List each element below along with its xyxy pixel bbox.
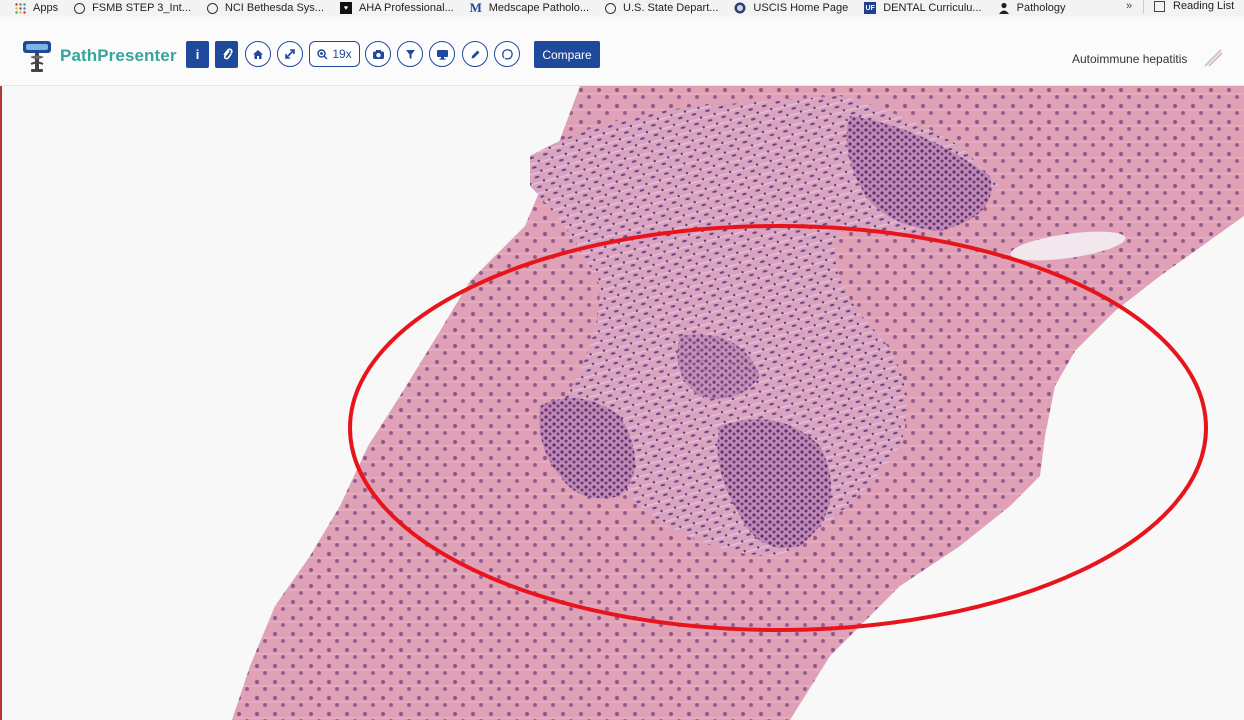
bookmark-label: FSMB STEP 3_Int... [92,2,191,14]
info-button[interactable]: i [186,41,209,68]
filter-button[interactable] [397,41,423,67]
bookmark-label: U.S. State Depart... [623,2,719,14]
home-icon [253,49,263,59]
bookmark-apps[interactable]: Apps [14,2,58,14]
aha-icon: ♥ [339,2,352,14]
bookmark-label: Apps [33,2,59,14]
bookmark-dental[interactable]: UF DENTAL Curriculu... [864,2,982,14]
presentation-button[interactable] [429,41,455,67]
bookmark-label: Pathology [1016,2,1066,14]
tissue-slide-image [232,86,1244,720]
zoom-in-icon [317,48,328,59]
case-title: Autoimmune hepatitis [1072,52,1188,66]
reading-list-button[interactable]: Reading List [1154,0,1234,12]
bookmark-nci[interactable]: NCI Bethesda Sys... [206,2,324,14]
medscape-icon: M [469,0,482,15]
bookmarks-bar: Apps FSMB STEP 3_Int... NCI Bethesda Sys… [0,0,1244,16]
freehand-region-button[interactable] [494,41,520,67]
uscis-seal-icon [734,2,746,14]
zoom-level-button[interactable]: 19x [309,41,360,67]
uf-icon: UF [864,2,877,14]
bookmarks-overflow-button[interactable]: » [1126,0,1132,12]
slide-thumbnail-icon[interactable] [1202,48,1224,68]
bookmark-uscis[interactable]: USCIS Home Page [734,2,848,14]
bookmark-fsmb[interactable]: FSMB STEP 3_Int... [74,2,191,14]
filter-icon [405,49,415,59]
bookmark-label: DENTAL Curriculu... [883,2,982,14]
reading-list-label: Reading List [1173,0,1235,12]
compare-button[interactable]: Compare [534,41,600,68]
app-header: PathPresenter i 19x Compare Autoimmune h… [0,17,1244,86]
info-icon: i [195,47,200,62]
expand-arrows-icon [285,49,295,59]
bookmark-label: Medscape Patholo... [488,2,590,14]
globe-icon [206,2,218,14]
monitor-icon [436,49,448,60]
window-edge [0,86,2,720]
lasso-icon [501,48,513,60]
fullscreen-button[interactable] [277,41,303,67]
brand-name: PathPresenter [60,46,177,65]
bookmark-label: NCI Bethesda Sys... [224,2,324,14]
globe-icon [74,2,86,14]
reading-list-icon [1154,0,1165,12]
home-button[interactable] [245,41,271,67]
pencil-icon [471,50,479,58]
paperclip-icon [222,47,233,59]
bookmark-pathology[interactable]: Pathology [998,2,1066,14]
attachment-button[interactable] [215,41,238,68]
zoom-level-label: 19x [332,47,352,61]
pathpresenter-logo-icon [23,41,51,72]
bookmark-label: USCIS Home Page [753,2,849,14]
slide-viewer[interactable] [0,86,1244,720]
bookmark-aha[interactable]: ♥ AHA Professional... [339,2,454,14]
apps-grid-icon [14,2,26,14]
bookmarks-divider [1143,0,1144,14]
person-icon [998,2,1010,14]
bookmark-state-dept[interactable]: U.S. State Depart... [605,2,718,14]
screenshot-button[interactable] [365,41,391,67]
bookmark-medscape[interactable]: M Medscape Patholo... [469,0,590,15]
camera-icon [372,49,384,59]
annotate-button[interactable] [462,41,488,67]
globe-icon [605,2,617,14]
bookmark-label: AHA Professional... [358,2,454,14]
